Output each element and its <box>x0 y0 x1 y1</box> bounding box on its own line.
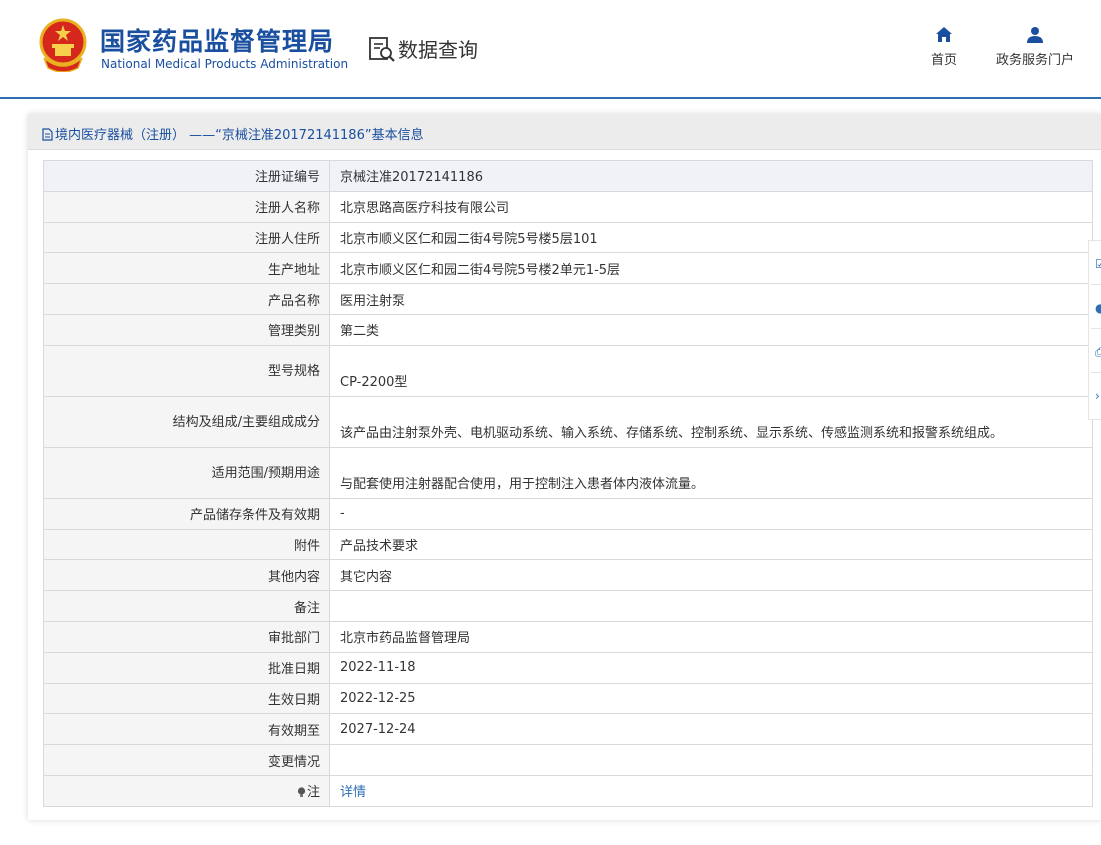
toolbar-button-help[interactable]: ● <box>1091 285 1101 329</box>
floating-toolbar: ☑ ● ⎙ › <box>1088 240 1101 420</box>
field-value: 北京市药品监督管理局 <box>329 620 1093 653</box>
field-label: 注册人住所 <box>43 221 330 254</box>
field-value: 医用注射泵 <box>329 283 1093 315</box>
table-row: 管理类别 第二类 <box>43 313 1093 346</box>
org-name-cn: 国家药品监督管理局 <box>100 27 335 56</box>
toolbar-button-share[interactable]: ☑ <box>1091 241 1101 285</box>
field-label: 附件 <box>43 528 330 561</box>
details-link[interactable]: 详情 <box>340 785 366 800</box>
field-label: 管理类别 <box>43 313 330 346</box>
table-row: 备注 <box>43 590 1093 622</box>
data-query-title: 数据查询 <box>398 38 478 62</box>
table-row: 审批部门 北京市药品监督管理局 <box>43 620 1093 653</box>
field-value: 北京思路高医疗科技有限公司 <box>329 190 1093 223</box>
table-row: 生效日期 2022-12-25 <box>43 682 1093 715</box>
field-value: 2027-12-24 <box>329 713 1093 746</box>
field-label: 注 <box>43 774 330 807</box>
table-row: 附件 产品技术要求 <box>43 528 1093 561</box>
nav-service-portal-link[interactable]: 政务服务门户 <box>994 26 1076 68</box>
field-value: 2022-12-25 <box>329 682 1093 715</box>
table-row: 结构及组成/主要组成成分 该产品由注射泵外壳、电机驱动系统、输入系统、存储系统、控… <box>43 395 1093 448</box>
panel-title: 境内医疗器械（注册） ——“京械注准20172141186”基本信息 <box>42 124 424 143</box>
field-value: 与配套使用注射器配合使用，用于控制注入患者体内液体流量。 <box>329 446 1093 499</box>
help-icon: ● <box>1095 301 1101 315</box>
table-row: 产品储存条件及有效期 - <box>43 497 1093 530</box>
field-value: - <box>329 497 1093 530</box>
field-value <box>329 744 1093 776</box>
field-label: 注册人名称 <box>43 190 330 223</box>
field-label: 变更情况 <box>43 744 330 776</box>
nav-portal-label: 政务服务门户 <box>995 53 1074 68</box>
field-value: 其它内容 <box>329 559 1093 592</box>
field-value: 2022-11-18 <box>329 651 1093 684</box>
table-row: 适用范围/预期用途 与配套使用注射器配合使用，用于控制注入患者体内液体流量。 <box>43 446 1093 499</box>
field-value: 第二类 <box>329 313 1093 346</box>
detail-panel: 境内医疗器械（注册） ——“京械注准20172141186”基本信息 注册证编号… <box>28 114 1101 820</box>
field-label: 审批部门 <box>43 620 330 653</box>
table-row: 注 详情 <box>43 774 1093 807</box>
document-icon <box>42 128 53 141</box>
field-label: 型号规格 <box>43 344 330 397</box>
field-label: 注册证编号 <box>43 160 330 192</box>
table-row: 注册证编号 京械注准20172141186 <box>43 160 1093 192</box>
field-label: 生效日期 <box>43 682 330 715</box>
panel-header: 境内医疗器械（注册） ——“京械注准20172141186”基本信息 <box>28 114 1101 150</box>
field-label: 适用范围/预期用途 <box>43 446 330 499</box>
table-row: 生产地址 北京市顺义区仁和园二街4号院5号楼2单元1-5层 <box>43 252 1093 285</box>
header-divider <box>0 97 1101 99</box>
home-icon <box>936 27 952 42</box>
table-row: 注册人名称 北京思路高医疗科技有限公司 <box>43 190 1093 223</box>
field-label-text: 注 <box>306 785 320 801</box>
field-label: 批准日期 <box>43 651 330 684</box>
info-table: 注册证编号 京械注准20172141186 注册人名称 北京思路高医疗科技有限公司 注册… <box>43 160 1093 807</box>
lightbulb-icon <box>297 787 306 798</box>
site-header: 国家药品监督管理局 National Medical Products Admi… <box>0 0 1101 100</box>
nav-home-label: 首页 <box>930 53 957 68</box>
field-label: 生产地址 <box>43 252 330 285</box>
nav-home-link[interactable]: 首页 <box>929 26 959 68</box>
field-value: 该产品由注射泵外壳、电机驱动系统、输入系统、存储系统、控制系统、显示系统、传感监… <box>329 395 1093 448</box>
field-value: 北京市顺义区仁和园二街4号院5号楼5层101 <box>329 221 1093 254</box>
table-row: 产品名称 医用注射泵 <box>43 283 1093 315</box>
user-icon <box>1027 27 1043 43</box>
field-value: 京械注准20172141186 <box>329 160 1093 192</box>
field-label: 产品储存条件及有效期 <box>43 497 330 530</box>
field-value: CP-2200型 <box>329 344 1093 397</box>
table-row: 注册人住所 北京市顺义区仁和园二街4号院5号楼5层101 <box>43 221 1093 254</box>
field-value: 详情 <box>329 774 1093 807</box>
print-icon: ⎙ <box>1095 345 1101 359</box>
data-query-icon <box>369 37 395 62</box>
toolbar-button-collapse[interactable]: › <box>1091 373 1101 417</box>
field-value: 北京市顺义区仁和园二街4号院5号楼2单元1-5层 <box>329 252 1093 285</box>
field-label: 结构及组成/主要组成成分 <box>43 395 330 448</box>
field-label: 产品名称 <box>43 283 330 315</box>
table-row: 其他内容 其它内容 <box>43 559 1093 592</box>
toolbar-button-print[interactable]: ⎙ <box>1091 329 1101 373</box>
table-row: 变更情况 <box>43 744 1093 776</box>
field-value <box>329 590 1093 622</box>
table-row: 型号规格 CP-2200型 <box>43 344 1093 397</box>
org-name-en: National Medical Products Administration <box>101 57 349 71</box>
national-emblem-icon <box>39 18 87 72</box>
chevron-right-icon: › <box>1095 389 1100 403</box>
table-row: 批准日期 2022-11-18 <box>43 651 1093 684</box>
share-icon: ☑ <box>1095 257 1101 271</box>
table-row: 有效期至 2027-12-24 <box>43 713 1093 746</box>
field-label: 有效期至 <box>43 713 330 746</box>
field-label: 备注 <box>43 590 330 622</box>
field-value: 产品技术要求 <box>329 528 1093 561</box>
panel-title-text: 境内医疗器械（注册） ——“京械注准20172141186”基本信息 <box>55 128 424 143</box>
field-label: 其他内容 <box>43 559 330 592</box>
